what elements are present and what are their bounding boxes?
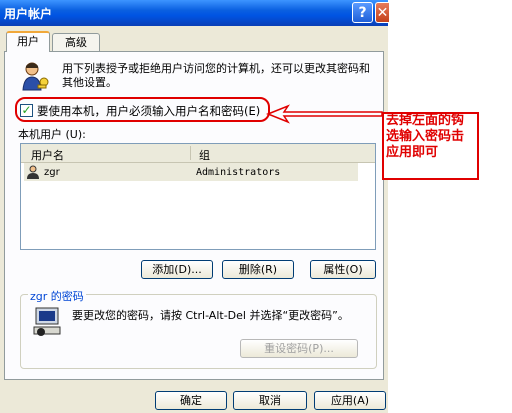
intro-text: 用下列表授予或拒绝用户访问您的计算机，还可以更改其密码和其他设置。 (62, 62, 370, 89)
password-group-label: zgr 的密码 (28, 288, 86, 304)
password-instruction-text: 要更改您的密码，请按 Ctrl-Alt-Del 并选择“更改密码”。 (72, 309, 349, 322)
properties-button[interactable]: 属性(O) (310, 260, 376, 279)
user-icon (27, 165, 39, 179)
tab-users[interactable]: 用户 (6, 31, 50, 52)
apply-button[interactable]: 应用(A) (314, 391, 386, 410)
column-header-username[interactable]: 用户名 (31, 147, 64, 163)
table-row[interactable] (24, 163, 358, 181)
user-group-cell: Administrators (196, 167, 281, 178)
add-button[interactable]: 添加(D)... (141, 260, 213, 279)
highlight-ring (15, 97, 270, 122)
users-keys-icon (22, 62, 49, 91)
window-title: 用户帐户 (4, 7, 53, 21)
annotation-arrow-icon (266, 104, 383, 124)
cancel-button[interactable]: 取消 (233, 391, 307, 410)
user-name-cell: zgr (44, 167, 60, 178)
tab-advanced[interactable]: 高级 (52, 33, 100, 51)
column-separator[interactable] (190, 146, 191, 160)
ok-button[interactable]: 确定 (155, 391, 227, 410)
help-button[interactable]: ? (352, 2, 373, 23)
remove-button[interactable]: 删除(R) (222, 260, 294, 279)
column-header-group[interactable]: 组 (199, 147, 210, 163)
user-list-header (21, 144, 375, 163)
title-bar (0, 0, 388, 26)
annotation-text: 去掉左面的钩选输入密码击应用即可 (386, 113, 465, 160)
computer-icon (33, 307, 61, 336)
reset-password-button[interactable]: 重设密码(P)... (240, 339, 358, 358)
local-users-label: 本机用户 (U): (18, 128, 86, 141)
close-button[interactable]: ✕ (375, 2, 389, 23)
